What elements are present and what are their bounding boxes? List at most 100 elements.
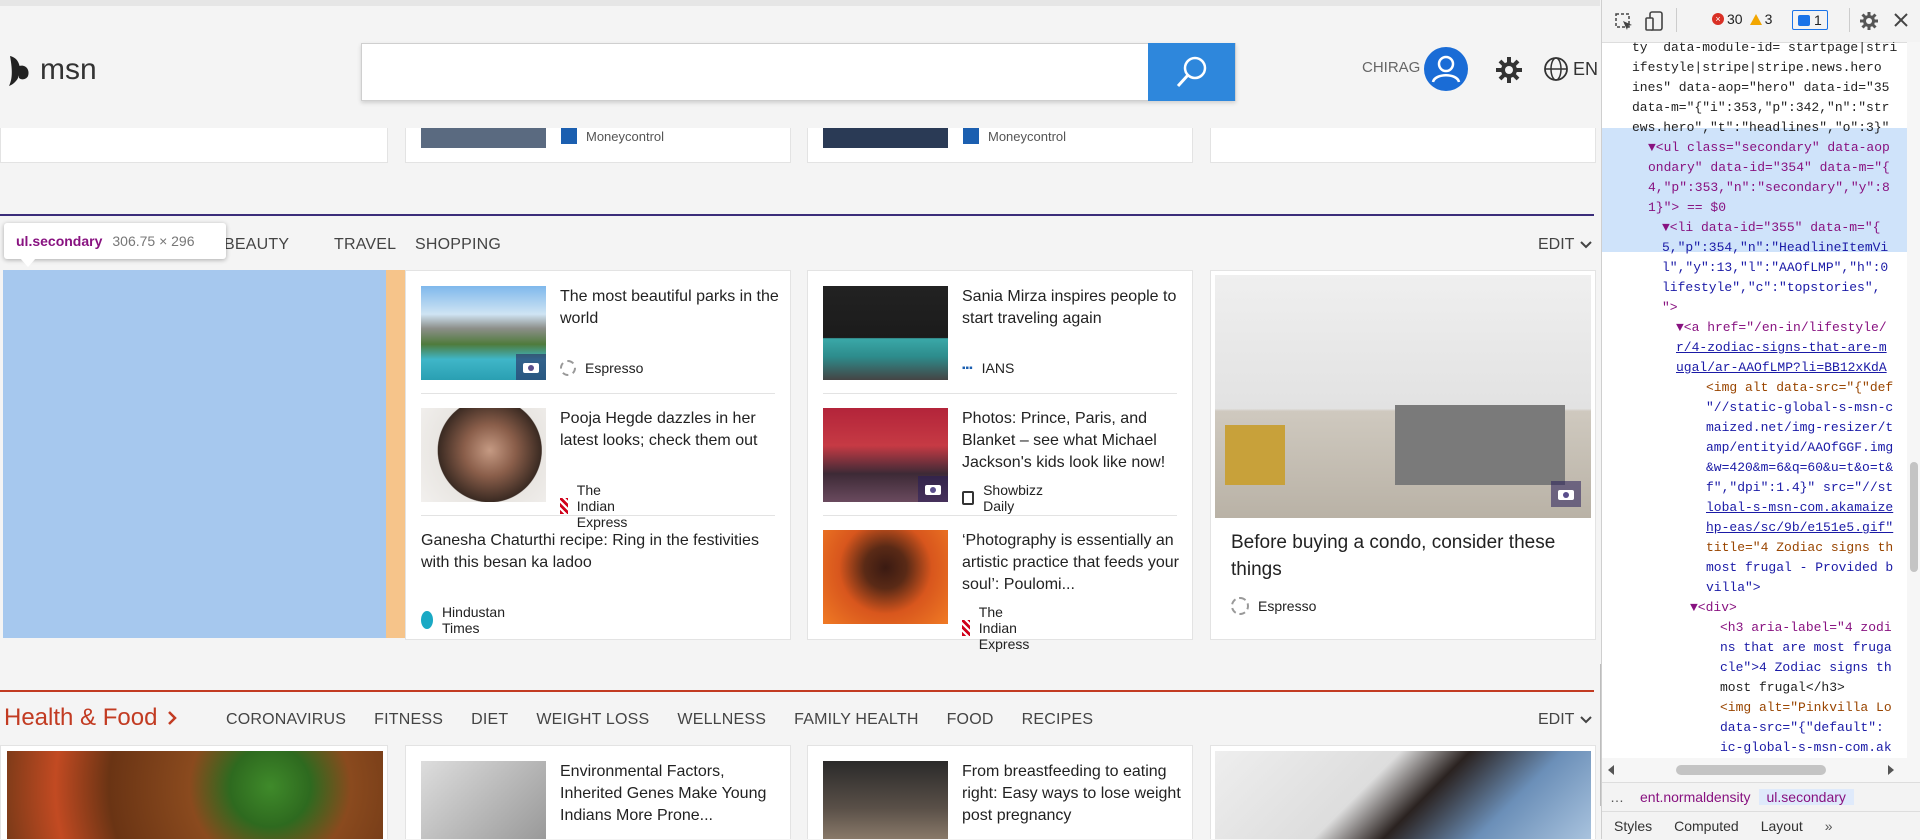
code-line[interactable]: ugal/ar-AAOfLMP?li=BB12xKdA [1676,358,1887,378]
close-icon[interactable] [1893,12,1909,28]
article-title[interactable]: Sania Mirza inspires people to start tra… [962,286,1182,330]
code-line: lifestyle","c":"topstories", [1662,280,1881,295]
gear-icon[interactable] [1859,11,1879,31]
tab-styles[interactable]: Styles [1614,818,1652,834]
nav-family-health[interactable]: FAMILY HEALTH [794,711,918,729]
prev-card-2[interactable]: Moneycontrol [405,128,791,163]
nav-fitness[interactable]: FITNESS [374,711,443,729]
nav-wellness[interactable]: WELLNESS [677,711,766,729]
lifestyle-column-1: The most beautiful parks in the world Es… [405,270,791,640]
source-label: Hindustan Times [441,604,505,636]
tab-computed[interactable]: Computed [1674,818,1739,834]
health-food-heading[interactable]: Health & Food [4,704,178,732]
breadcrumb: … ent.normaldensity ul.secondary [1602,783,1920,812]
code-line[interactable]: ▼<div> [1690,598,1737,618]
code-line: "> [1662,300,1678,315]
health-feature-card-2[interactable] [1210,745,1596,839]
edit-button[interactable]: EDIT [1538,711,1593,729]
feature-title[interactable]: Before buying a condo, consider these th… [1231,529,1581,583]
code-line[interactable]: hp-eas/sc/9b/e151e5.gif" [1706,518,1893,538]
source-label: Espresso [585,360,644,376]
nav-shopping[interactable]: SHOPPING [415,236,501,254]
user-icon [1431,55,1461,83]
issues-counter[interactable]: × 30 3 [1712,11,1772,27]
devtools-hscrollbar[interactable] [1602,758,1920,782]
source-label: The Indian Express [576,482,628,530]
message-icon [1798,14,1810,26]
article-title[interactable]: Photos: Prince, Paris, and Blanket – see… [962,408,1187,474]
code-line[interactable]: ▼<li data-id="355" data-m="{ [1662,218,1880,238]
code-line: ns that are most fruga [1720,640,1892,655]
scroll-right-arrow[interactable] [1888,765,1894,775]
nav-diet[interactable]: DIET [471,711,508,729]
article-title[interactable]: Pooja Hegde dazzles in her latest looks;… [560,408,780,452]
devtools-toolbar: × 30 3 1 [1602,0,1920,43]
nav-travel[interactable]: TRAVEL [334,236,396,254]
inspect-element-icon[interactable] [1614,12,1634,32]
article-title[interactable]: Environmental Factors, Inherited Genes M… [560,761,780,827]
tab-layout[interactable]: Layout [1761,818,1803,834]
username-label[interactable]: CHIRAG [1362,59,1420,76]
settings-button[interactable] [1495,56,1523,89]
prev-card-4[interactable] [1210,128,1596,163]
code-line: <h3 aria-label="4 zodi [1720,620,1892,635]
section-title: Health & Food [4,704,158,731]
device-toolbar-icon[interactable] [1644,10,1666,32]
divider [823,393,1177,394]
feature-card[interactable]: Before buying a condo, consider these th… [1210,270,1596,640]
health-feature-card[interactable] [0,745,388,839]
nav-weight-loss[interactable]: WEIGHT LOSS [536,711,649,729]
nav-coronavirus[interactable]: CORONAVIRUS [226,711,346,729]
camera-icon [918,476,948,502]
code-line: "//static-global-s-msn-c [1706,400,1894,415]
search-button[interactable] [1148,43,1235,101]
code-line[interactable]: ▼<ul class="secondary" data-aop [1648,138,1890,158]
edit-button[interactable]: EDIT [1538,236,1593,254]
article-title[interactable]: ‘Photography is essentially an artistic … [962,530,1182,596]
code-line: ifestyle|stripe|stripe.news.hero [1632,60,1882,75]
article-title[interactable]: Ganesha Chaturthi recipe: Ring in the fe… [421,530,781,574]
message-count: 1 [1814,12,1822,28]
prev-card-3[interactable]: Moneycontrol [807,128,1193,163]
breadcrumb-item-selected[interactable]: ul.secondary [1758,789,1854,805]
nav-beauty[interactable]: BEAUTY [224,236,289,254]
code-line: ic-global-s-msn-com.ak [1720,740,1892,755]
devtools-scrollbar[interactable] [1907,42,1920,758]
edit-label: EDIT [1538,236,1575,253]
showbizz-icon [962,491,975,505]
msn-page: msn CHIRAG EN Moneycontrol Moneycontrol … [0,0,1600,839]
scroll-left-arrow[interactable] [1608,765,1614,775]
code-line: maized.net/img-resizer/t [1706,420,1894,435]
nav-recipes[interactable]: RECIPES [1022,711,1094,729]
code-line[interactable]: ▼<a href="/en-in/lifestyle/ [1676,318,1887,338]
search-icon [1176,56,1206,88]
ians-icon: ▪▪▪ [962,362,973,374]
search-input[interactable] [361,43,1236,101]
msn-logo[interactable]: msn [6,52,97,88]
source-label: IANS [981,360,1015,376]
language-selector[interactable]: EN [1543,56,1598,82]
hindustan-times-icon [421,611,433,629]
prev-card-1[interactable] [0,128,388,163]
code-line: ty data-module-id= startpage|stri [1632,42,1898,55]
code-line[interactable]: r/4-zodiac-signs-that-are-m [1676,338,1887,358]
article-title[interactable]: The most beautiful parks in the world [560,286,780,330]
hscrollbar-thumb[interactable] [1676,765,1826,775]
moneycontrol-icon [561,128,577,144]
breadcrumb-item[interactable]: ent.normaldensity [1632,789,1759,805]
code-line: ines" data-aop="hero" data-id="35 [1632,80,1890,95]
code-line: <img alt data-src="{"def [1706,380,1894,395]
messages-counter[interactable]: 1 [1792,10,1828,30]
camera-icon [516,354,546,380]
avatar[interactable] [1424,47,1468,91]
elements-tree[interactable]: ty data-module-id= startpage|stri ifesty… [1602,42,1920,758]
prev-thumb [421,128,546,148]
nav-food[interactable]: FOOD [947,711,994,729]
code-line: ondary" data-id="354" data-m="{ [1648,160,1890,175]
devtools-scrollbar-thumb[interactable] [1910,462,1918,572]
code-line[interactable]: lobal-s-msn-com.akamaize [1706,498,1893,518]
source-label: Espresso [1258,598,1317,614]
more-tabs-icon[interactable]: » [1825,818,1833,834]
article-title[interactable]: From breastfeeding to eating right: Easy… [962,761,1182,827]
divider [421,515,775,516]
